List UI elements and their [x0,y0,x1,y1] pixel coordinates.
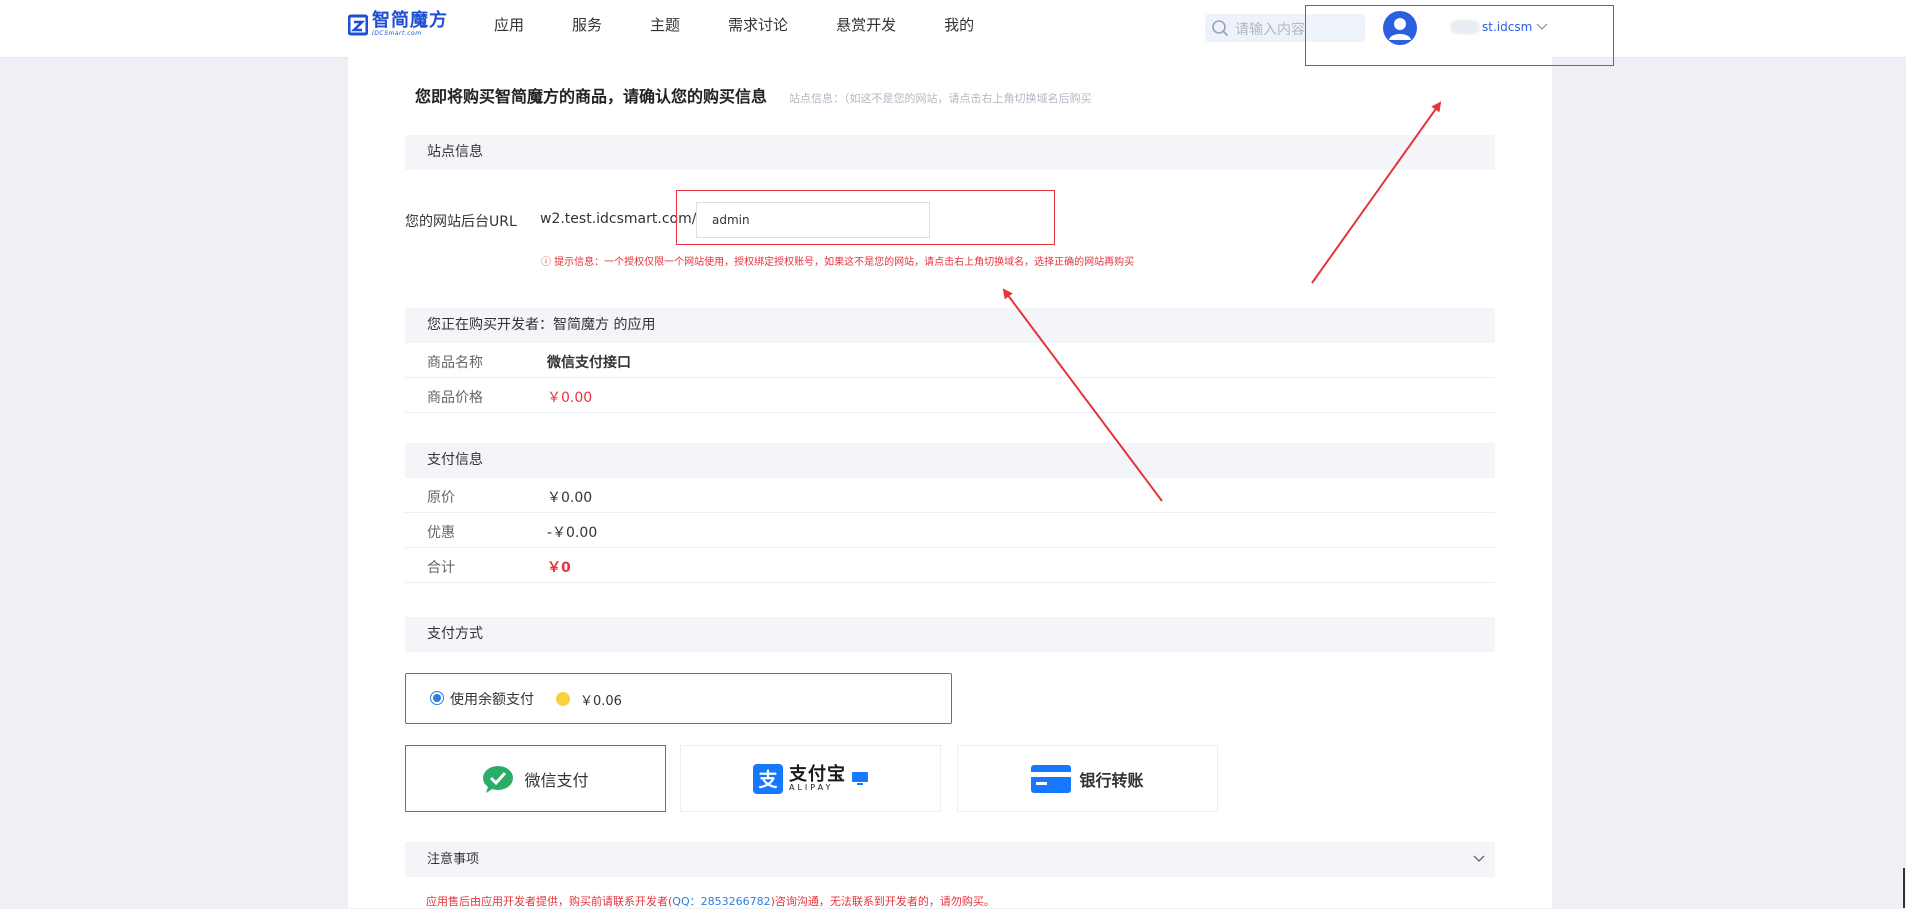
scrollbar[interactable] [1903,868,1905,908]
annotation-arrow-left [1002,288,1163,502]
annotation-arrows [1002,101,1442,502]
annotation-arrow-up [1311,101,1442,284]
